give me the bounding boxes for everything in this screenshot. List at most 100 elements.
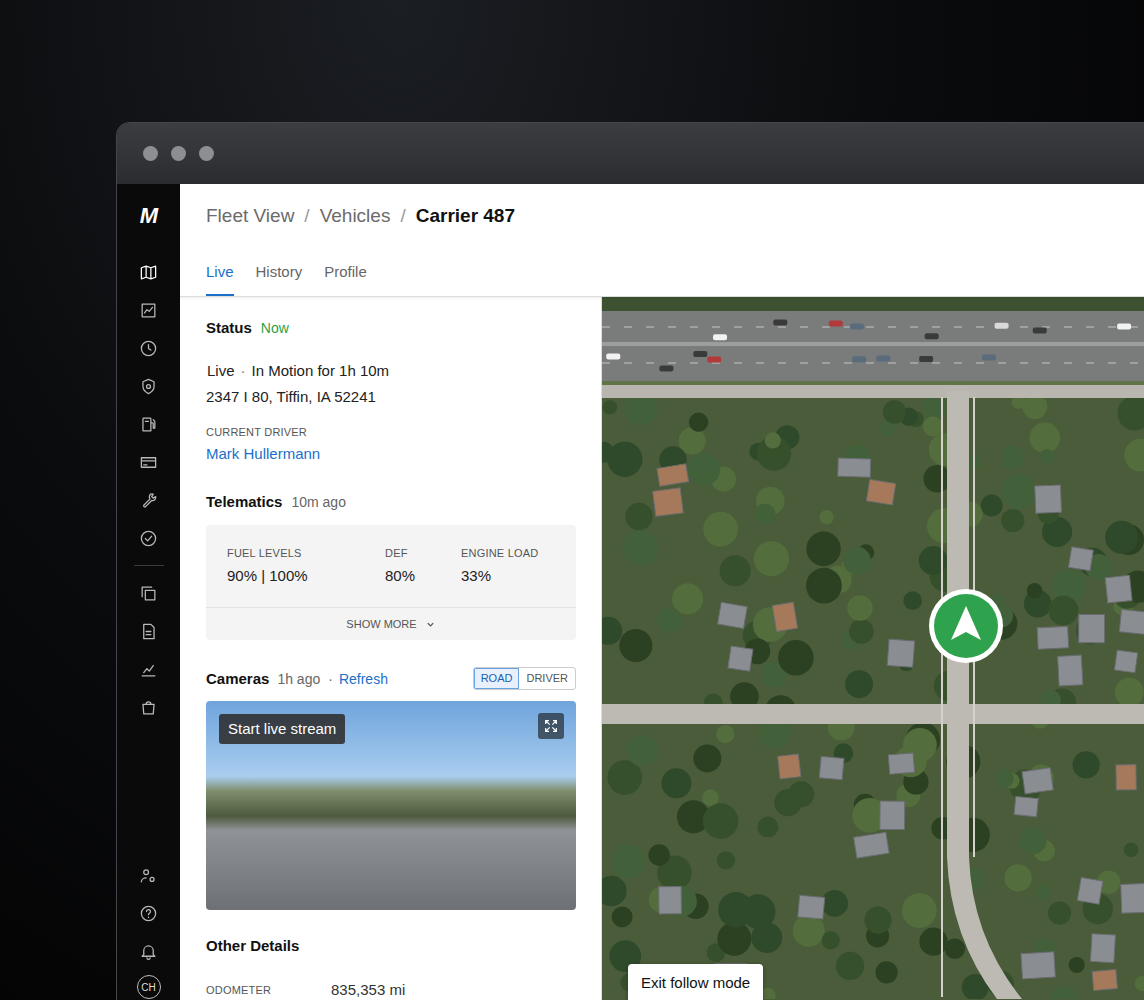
other-details-title: Other Details [206, 936, 299, 956]
motion-line: Live·In Motion for 1h 10m [206, 358, 576, 384]
logo[interactable]: M [140, 205, 157, 227]
exit-follow-mode-button[interactable]: Exit follow mode [628, 964, 763, 1000]
details-panel: StatusNowLive·In Motion for 1h 10m2347 I… [180, 297, 602, 1000]
breadcrumb-item[interactable]: Fleet View [206, 204, 294, 228]
driver-link[interactable]: Mark Hullermann [206, 443, 576, 465]
sidebar-item[interactable] [130, 932, 168, 970]
start-live-stream-button[interactable]: Start live stream [219, 714, 345, 744]
sidebar-item[interactable] [130, 405, 168, 443]
map-median [602, 342, 1144, 346]
map-tree [1001, 474, 1036, 509]
motion-duration: In Motion for 1h 10m [252, 358, 390, 384]
map-tree [995, 769, 1013, 787]
window-minimize-dot[interactable] [171, 146, 186, 161]
map-car [850, 324, 864, 330]
map-tree [883, 400, 906, 423]
metric: FUEL LEVELS90% | 100% [227, 547, 385, 587]
map-tree [1027, 583, 1042, 598]
map-tree [602, 876, 627, 907]
vehicle-marker[interactable] [929, 589, 1003, 663]
map-house [798, 895, 825, 919]
sidebar-item[interactable] [130, 574, 168, 612]
page-header: Fleet View/Vehicles/Carrier 487LiveHisto… [180, 184, 1144, 297]
bell-icon [139, 942, 158, 961]
main: Fleet View/Vehicles/Carrier 487LiveHisto… [180, 184, 1144, 1000]
map-tree [754, 504, 775, 525]
map-tree [821, 890, 848, 917]
breadcrumb-separator: / [400, 204, 405, 228]
map-tree [611, 845, 645, 879]
sidebar-item[interactable] [130, 291, 168, 329]
vehicle-marker-ring [929, 589, 1003, 663]
window-zoom-dot[interactable] [199, 146, 214, 161]
camera-view-option[interactable]: ROAD [474, 668, 520, 689]
camera-view-option[interactable]: DRIVER [519, 668, 575, 689]
map-tree [687, 453, 720, 486]
map-house [1105, 575, 1132, 603]
refresh-link[interactable]: Refresh [339, 669, 388, 689]
map-treeline [602, 297, 1144, 311]
sidebar-item[interactable] [130, 894, 168, 932]
map-tree [1124, 843, 1139, 858]
map-house [1116, 765, 1136, 790]
show-more-button[interactable]: SHOW MORE [206, 607, 576, 640]
metric: DEF80% [385, 547, 461, 587]
map-tree [1105, 521, 1138, 554]
map-sidewalk [941, 397, 943, 997]
fullscreen-button[interactable] [538, 713, 564, 739]
map-car [659, 366, 673, 372]
map-house [778, 754, 801, 779]
sidebar-item[interactable] [130, 612, 168, 650]
tab[interactable]: History [256, 262, 303, 296]
map-car [982, 355, 996, 361]
map-car [713, 334, 727, 340]
window-close-dot[interactable] [143, 146, 158, 161]
map-tree [602, 442, 614, 463]
map-lane-line [602, 362, 1144, 363]
sidebar-item[interactable] [130, 519, 168, 557]
map-tree [843, 547, 871, 575]
map[interactable]: Exit follow mode [602, 297, 1144, 1000]
telematics-header: Telematics 10m ago [206, 492, 576, 512]
sidebar-item[interactable] [130, 481, 168, 519]
shield-icon [139, 377, 158, 396]
sidebar-item[interactable] [130, 688, 168, 726]
help-icon [139, 904, 158, 923]
user-avatar[interactable]: CH [137, 975, 161, 999]
sidebar-item[interactable] [130, 253, 168, 291]
map-tree [1124, 439, 1144, 472]
tab[interactable]: Live [206, 262, 234, 296]
trend-icon [139, 660, 158, 679]
map-house [1035, 485, 1062, 513]
map-tree [806, 532, 841, 567]
sidebar-item[interactable] [130, 856, 168, 894]
content: StatusNowLive·In Motion for 1h 10m2347 I… [180, 297, 1144, 1000]
metric-label: FUEL LEVELS [227, 547, 385, 559]
fuel-icon [139, 415, 158, 434]
metric-value: 33% [461, 565, 555, 587]
map-house [659, 886, 682, 914]
map-tree [919, 546, 948, 575]
telematics-title: Telematics [206, 492, 282, 512]
map-tree [623, 530, 658, 565]
sidebar-item[interactable] [130, 650, 168, 688]
sidebar-item[interactable] [130, 329, 168, 367]
sidebar-item[interactable] [130, 367, 168, 405]
map-tree [648, 844, 669, 865]
cameras-header: Cameras1h ago·RefreshROADDRIVER [206, 667, 576, 690]
detail-label: ODOMETER [206, 984, 331, 996]
map-tree [757, 817, 778, 838]
map-highway [602, 311, 1144, 381]
map-house [653, 488, 684, 517]
app: MCHFleet View/Vehicles/Carrier 487LiveHi… [117, 184, 1144, 1000]
map-house [1079, 615, 1105, 643]
chevron-down-icon [425, 619, 436, 630]
telematics-time: 10m ago [291, 492, 345, 512]
breadcrumb-item[interactable]: Vehicles [320, 204, 391, 228]
tab[interactable]: Profile [324, 262, 367, 296]
map-house [1037, 626, 1069, 649]
map-road [602, 704, 1144, 724]
cameras-title: Cameras [206, 669, 269, 689]
live-state: Live [207, 358, 235, 384]
sidebar-item[interactable] [130, 443, 168, 481]
